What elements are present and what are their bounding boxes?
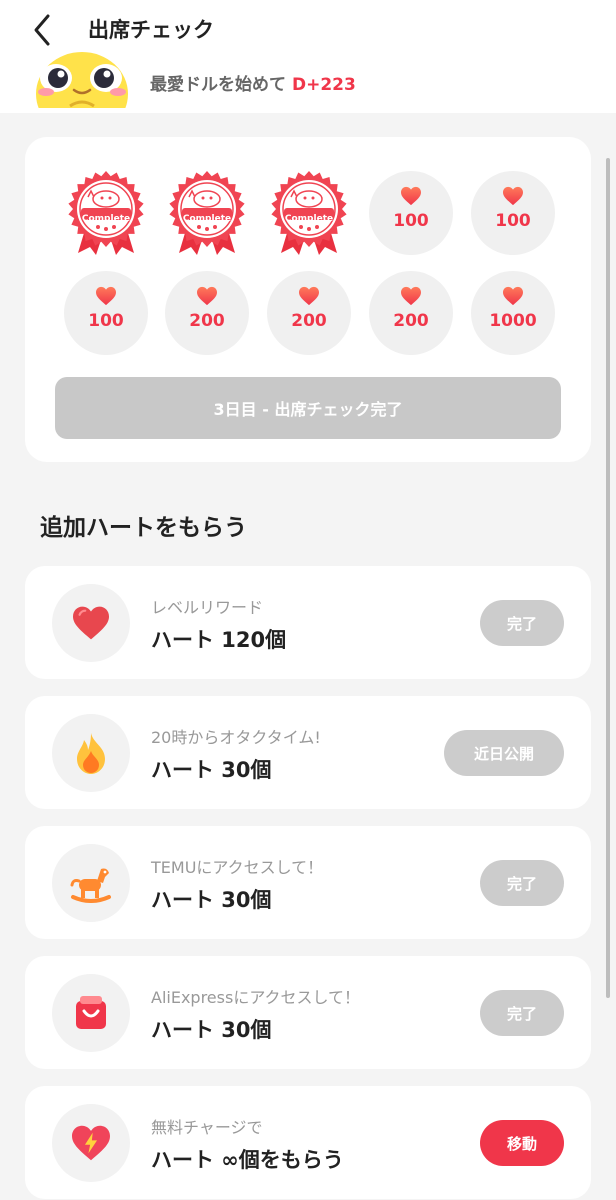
task-card: TEMUにアクセスして！ ハート 30個 完了 bbox=[25, 826, 591, 939]
heart-icon bbox=[298, 286, 320, 306]
complete-stamp-icon bbox=[271, 171, 347, 255]
attendance-complete-badge: Complete bbox=[165, 171, 249, 255]
heart-icon bbox=[400, 186, 422, 206]
task-card: 20時からオタクタイム! ハート 30個 近日公開 bbox=[25, 696, 591, 809]
reward-amount: 200 bbox=[189, 311, 225, 331]
task-reward: ハート ∞個をもらう bbox=[151, 1148, 344, 1172]
scrollbar[interactable] bbox=[606, 158, 610, 998]
attendance-reward-slot: 200 bbox=[267, 271, 351, 355]
lightning-heart-icon bbox=[52, 1104, 130, 1182]
attendance-reward-slot: 100 bbox=[369, 171, 453, 255]
heart-icon bbox=[502, 186, 524, 206]
dday-counter: D+223 bbox=[292, 75, 356, 95]
extra-hearts-title: 追加ハートをもらう bbox=[40, 515, 247, 541]
badge-label: Complete bbox=[284, 214, 334, 224]
badge-label: Complete bbox=[81, 214, 131, 224]
task-label: AliExpressにアクセスして！ bbox=[151, 988, 361, 1007]
task-reward: ハート 30個 bbox=[151, 1018, 272, 1042]
reward-amount: 100 bbox=[88, 311, 124, 331]
attendance-complete-badge: Complete bbox=[64, 171, 148, 255]
attendance-reward-slot: 200 bbox=[369, 271, 453, 355]
complete-stamp-icon bbox=[169, 171, 245, 255]
heart-icon bbox=[95, 286, 117, 306]
days-since-start: 最愛ドルを始めて D+223 bbox=[150, 70, 356, 95]
mascot-avatar bbox=[30, 48, 134, 108]
task-action-button[interactable]: 完了 bbox=[480, 600, 564, 646]
badge-label: Complete bbox=[182, 214, 232, 224]
task-label: 20時からオタクタイム! bbox=[151, 728, 321, 747]
attendance-status-button[interactable]: 3日目 - 出席チェック完了 bbox=[55, 377, 561, 439]
back-button[interactable] bbox=[26, 10, 62, 50]
reward-amount: 100 bbox=[495, 211, 531, 231]
header: 出席チェック 最愛ドルを始めて D+223 bbox=[0, 0, 616, 113]
page-title: 出席チェック bbox=[88, 18, 214, 42]
heart-icon bbox=[400, 286, 422, 306]
task-reward: ハート 30個 bbox=[151, 758, 272, 782]
attendance-reward-slot: 100 bbox=[64, 271, 148, 355]
reward-amount: 1000 bbox=[489, 311, 537, 331]
heart-icon bbox=[52, 584, 130, 662]
chevron-left-icon bbox=[34, 14, 50, 46]
task-action-button[interactable]: 完了 bbox=[480, 990, 564, 1036]
task-action-button[interactable]: 完了 bbox=[480, 860, 564, 906]
task-label: TEMUにアクセスして！ bbox=[151, 858, 324, 877]
subtitle-text: 最愛ドルを始めて bbox=[150, 75, 286, 95]
task-reward: ハート 120個 bbox=[151, 628, 287, 652]
rocking-horse-icon bbox=[52, 844, 130, 922]
attendance-reward-slot: 1000 bbox=[471, 271, 555, 355]
task-action-button[interactable]: 移動 bbox=[480, 1120, 564, 1166]
task-label: レベルリワード bbox=[151, 598, 264, 617]
attendance-card: Complete Complete Complete 100 100 100 200 200 2… bbox=[25, 137, 591, 462]
task-card: レベルリワードハート 120個 完了 bbox=[25, 566, 591, 679]
heart-icon bbox=[502, 286, 524, 306]
heart-icon bbox=[196, 286, 218, 306]
task-reward: ハート 30個 bbox=[151, 888, 272, 912]
task-card: AliExpressにアクセスして！ ハート 30個 完了 bbox=[25, 956, 591, 1069]
reward-amount: 200 bbox=[393, 311, 429, 331]
reward-amount: 200 bbox=[291, 311, 327, 331]
task-card: 無料チャージでハート ∞個をもらう 移動 bbox=[25, 1086, 591, 1199]
attendance-reward-slot: 100 bbox=[471, 171, 555, 255]
complete-stamp-icon bbox=[68, 171, 144, 255]
attendance-complete-badge: Complete bbox=[267, 171, 351, 255]
task-label: 無料チャージで bbox=[151, 1118, 263, 1137]
shopping-bag-icon bbox=[52, 974, 130, 1052]
attendance-reward-slot: 200 bbox=[165, 271, 249, 355]
reward-amount: 100 bbox=[393, 211, 429, 231]
task-action-button[interactable]: 近日公開 bbox=[444, 730, 564, 776]
flame-icon bbox=[52, 714, 130, 792]
